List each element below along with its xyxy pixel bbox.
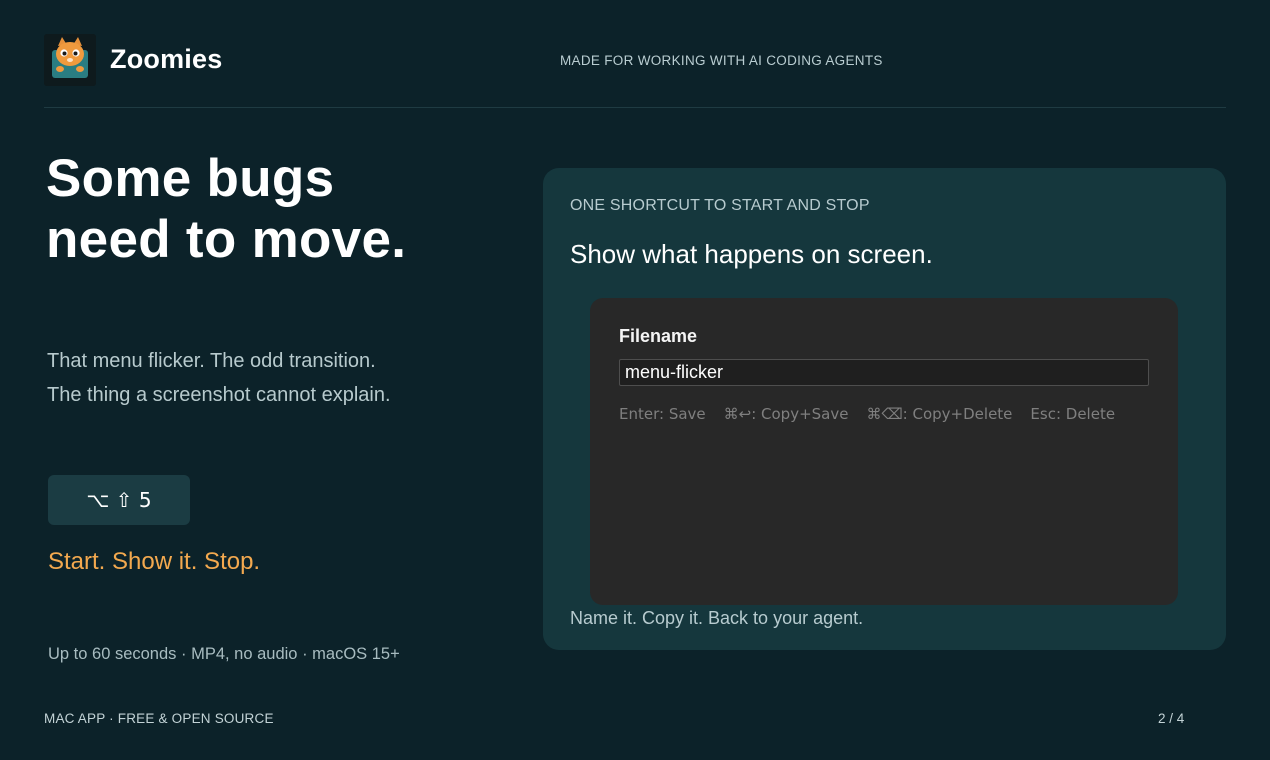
hint-delete: Esc: Delete: [1030, 405, 1116, 423]
cat-mascot-icon: [44, 34, 96, 86]
header-tagline: MADE FOR WORKING WITH AI CODING AGENTS: [560, 53, 883, 68]
filename-input[interactable]: [619, 359, 1149, 386]
hint-save: Enter: Save: [619, 405, 706, 423]
brand-name: Zoomies: [110, 44, 223, 74]
hint-copy-delete: ⌘⌫: Copy+Delete: [866, 405, 1013, 423]
specs-text: Up to 60 seconds · MP4, no audio · macOS…: [48, 645, 400, 663]
hint-copy-save: ⌘↩: Copy+Save: [723, 405, 849, 423]
card-footer: Name it. Copy it. Back to your agent.: [570, 608, 864, 628]
description-line-2: The thing a screenshot cannot explain.: [47, 384, 391, 406]
keyboard-shortcut-button[interactable]: ⌥ ⇧ 5: [48, 475, 190, 525]
feature-card: ONE SHORTCUT TO START AND STOP Show what…: [543, 168, 1226, 650]
headline-line-2: need to move.: [46, 210, 407, 269]
page-indicator: 2 / 4: [1158, 711, 1185, 726]
filename-label: Filename: [619, 326, 698, 346]
footer-label: MAC APP · FREE & OPEN SOURCE: [44, 711, 274, 726]
header: Zoomies MADE FOR WORKING WITH AI CODING …: [44, 34, 1226, 108]
shortcut-hints: Enter: Save ⌘↩: Copy+Save ⌘⌫: Copy+Delet…: [619, 405, 1115, 423]
cta-text: Start. Show it. Stop.: [48, 548, 261, 575]
headline-line-1: Some bugs: [46, 149, 335, 208]
hero-description: That menu flicker. The odd transition. T…: [47, 344, 391, 412]
page-title: Some bugs need to move.: [46, 148, 486, 270]
filename-dialog: Filename Enter: Save ⌘↩: Copy+Save ⌘⌫: C…: [590, 298, 1178, 605]
card-eyebrow: ONE SHORTCUT TO START AND STOP: [570, 197, 870, 214]
card-title: Show what happens on screen.: [570, 239, 933, 269]
slide-page: Zoomies MADE FOR WORKING WITH AI CODING …: [0, 0, 1270, 760]
description-line-1: That menu flicker. The odd transition.: [47, 350, 376, 372]
